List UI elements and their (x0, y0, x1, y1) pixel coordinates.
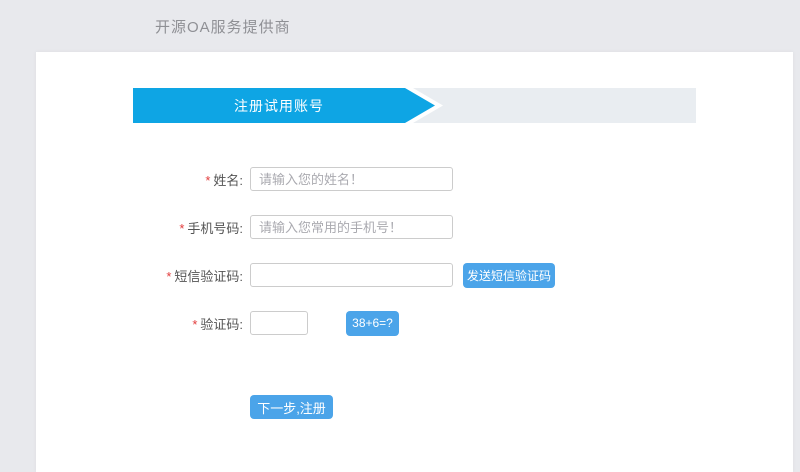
name-field-label: * 姓名: (36, 170, 243, 189)
field-label-text: 短信验证码: (174, 268, 243, 284)
send-sms-button[interactable]: 发送短信验证码 (463, 262, 555, 288)
required-marker: * (192, 316, 198, 332)
captcha-field-label: * 验证码: (36, 314, 243, 333)
form-row-captcha: * 验证码: 38+6=? (36, 310, 793, 336)
page-background: 开源OA服务提供商 注册试用账号 *姓名: *手机号码: *短信验证码: 发送短… (0, 0, 800, 472)
registration-form: *姓名: *手机号码: *短信验证码: 发送短信验证码 *验证码: 38+6=? (36, 167, 793, 359)
captcha-question-button[interactable]: 38+6=? (346, 310, 399, 336)
form-row-sms-code: * 短信验证码: 发送短信验证码 (36, 262, 793, 288)
brand-text: 开源OA服务提供商 (155, 19, 291, 36)
page-title: 注册试用账号 (234, 97, 324, 114)
captcha-input[interactable] (250, 311, 308, 335)
form-row-phone: * 手机号码: (36, 215, 793, 239)
form-row-name: * 姓名: (36, 167, 793, 191)
field-label-text: 验证码: (200, 316, 243, 332)
section-ribbon: 注册试用账号 (133, 88, 696, 123)
phone-input[interactable] (250, 215, 453, 239)
required-marker: * (166, 268, 172, 284)
sms-code-field-label: * 短信验证码: (36, 266, 243, 285)
sms-code-input[interactable] (250, 263, 453, 287)
top-header: 开源OA服务提供商 (0, 0, 800, 52)
field-label-text: 手机号码: (187, 220, 243, 236)
submit-button[interactable]: 下一步,注册 (250, 395, 333, 419)
required-marker: * (205, 172, 211, 188)
ribbon-arrow: 注册试用账号 (133, 88, 435, 123)
content-card: 注册试用账号 *姓名: *手机号码: *短信验证码: 发送短信验证码 *验证码:… (36, 52, 793, 472)
phone-field-label: * 手机号码: (36, 218, 243, 237)
required-marker: * (179, 220, 185, 236)
field-label-text: 姓名: (213, 172, 243, 188)
name-input[interactable] (250, 167, 453, 191)
